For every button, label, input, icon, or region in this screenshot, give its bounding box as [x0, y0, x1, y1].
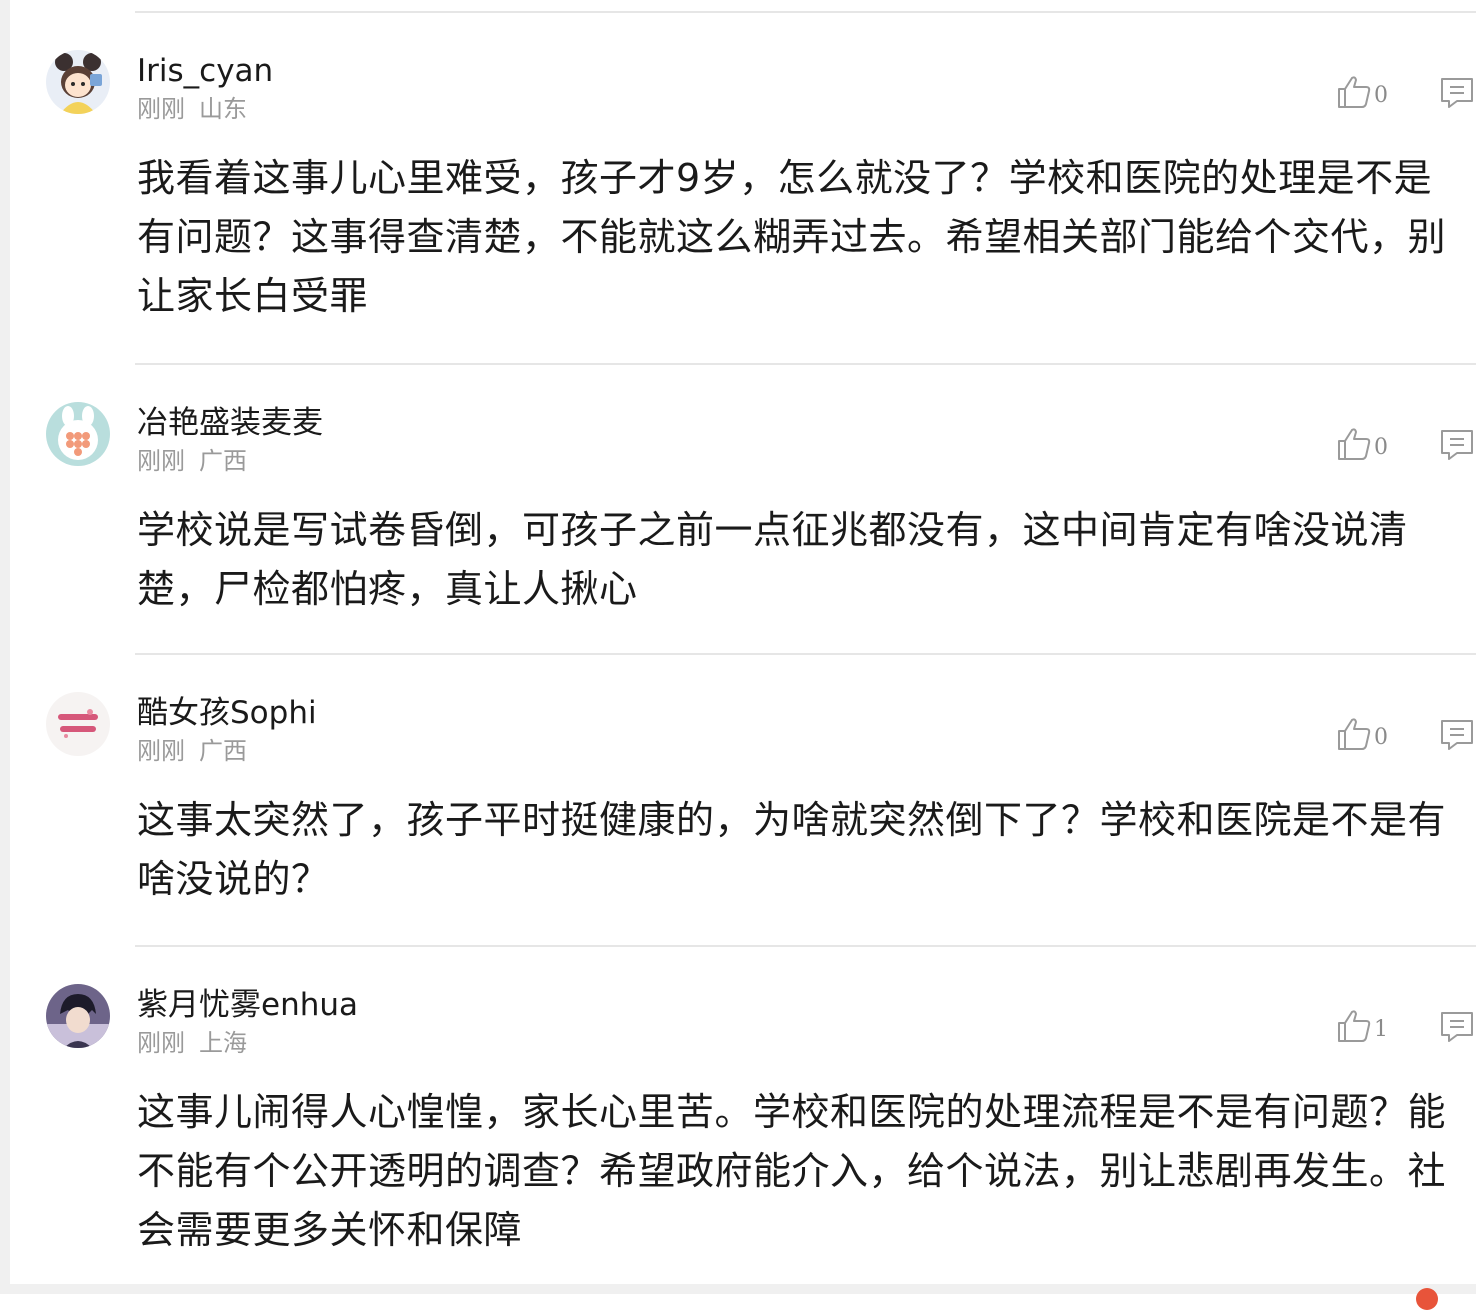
avatar[interactable] [46, 692, 110, 756]
like-button[interactable]: 0 [1336, 714, 1388, 754]
avatar[interactable] [46, 402, 110, 466]
comment-text: 学校说是写试卷昏倒，可孩子之前一点征兆都没有，这中间肯定有啥没说清楚，尸检都怕疼… [137, 508, 1408, 611]
comment-time: 刚刚 [137, 95, 185, 123]
comment-meta: 刚刚 广西 [137, 735, 247, 767]
bunny-toy-avatar [46, 402, 110, 466]
comment-item: 冶艳盛装麦麦 刚刚 广西 0 学校说是写试卷昏倒，可孩子之前一点征兆都没有，这中间… [0, 365, 1476, 655]
comment-icon [1441, 430, 1473, 460]
comment-meta: 刚刚 山东 [137, 93, 247, 125]
comment-time: 刚刚 [137, 1029, 185, 1057]
username[interactable]: 冶艳盛装麦麦 [137, 403, 323, 443]
comment-location: 上海 [199, 1029, 247, 1057]
comment-icon [1441, 720, 1473, 750]
reply-button[interactable] [1438, 1010, 1476, 1044]
reply-button[interactable] [1438, 428, 1476, 462]
avatar[interactable] [46, 50, 110, 114]
like-button[interactable]: 0 [1336, 72, 1388, 112]
cartoon-girl-avatar [46, 50, 110, 114]
comment-item: Iris_cyan 刚刚 山东 0 我看着这事儿心里难受，孩子才9岁，怎么就没了？… [0, 13, 1476, 365]
comment-text: 我看着这事儿心里难受，孩子才9岁，怎么就没了？学校和医院的处理是不是有问题？这事… [137, 156, 1447, 318]
comment-text: 这事儿闹得人心惶惶，家长心里苦。学校和医院的处理流程是不是有问题？能不能有个公开… [137, 1090, 1447, 1252]
thumbs-up-icon [1338, 428, 1371, 460]
username[interactable]: 紫月忧雾enhua [137, 985, 358, 1025]
username[interactable]: 酷女孩Sophi [137, 693, 317, 733]
like-count: 1 [1374, 1016, 1388, 1042]
comment-meta: 刚刚 广西 [137, 445, 247, 477]
thumbs-up-icon [1338, 76, 1371, 108]
comment-location: 广西 [199, 447, 247, 475]
notification-badge[interactable] [1416, 1288, 1438, 1310]
comment-text: 这事太突然了，孩子平时挺健康的，为啥就突然倒下了？学校和医院是不是有啥没说的？ [137, 798, 1447, 901]
pink-text-avatar [46, 692, 110, 756]
username[interactable]: Iris_cyan [137, 51, 273, 91]
like-button[interactable]: 1 [1336, 1006, 1388, 1046]
anime-boy-avatar [46, 984, 110, 1048]
reply-button[interactable] [1438, 76, 1476, 110]
like-count: 0 [1374, 434, 1388, 460]
comment-icon [1441, 1012, 1473, 1042]
bottom-bar [0, 1284, 1476, 1294]
comment-icon [1441, 78, 1473, 108]
comment-time: 刚刚 [137, 737, 185, 765]
comment-location: 广西 [199, 737, 247, 765]
comment-item: 紫月忧雾enhua 刚刚 上海 1 这事儿闹得人心惶惶，家长心里苦。学校和医院的处… [0, 947, 1476, 1284]
comment-item: 酷女孩Sophi 刚刚 广西 0 这事太突然了，孩子平时挺健康的，为啥就突然倒下了… [0, 655, 1476, 947]
reply-button[interactable] [1438, 718, 1476, 752]
avatar[interactable] [46, 984, 110, 1048]
thumbs-up-icon [1338, 1010, 1371, 1042]
comment-location: 山东 [199, 95, 247, 123]
comment-time: 刚刚 [137, 447, 185, 475]
thumbs-up-icon [1338, 718, 1371, 750]
comment-meta: 刚刚 上海 [137, 1027, 247, 1059]
like-count: 0 [1374, 724, 1388, 750]
like-count: 0 [1374, 82, 1388, 108]
like-button[interactable]: 0 [1336, 424, 1388, 464]
